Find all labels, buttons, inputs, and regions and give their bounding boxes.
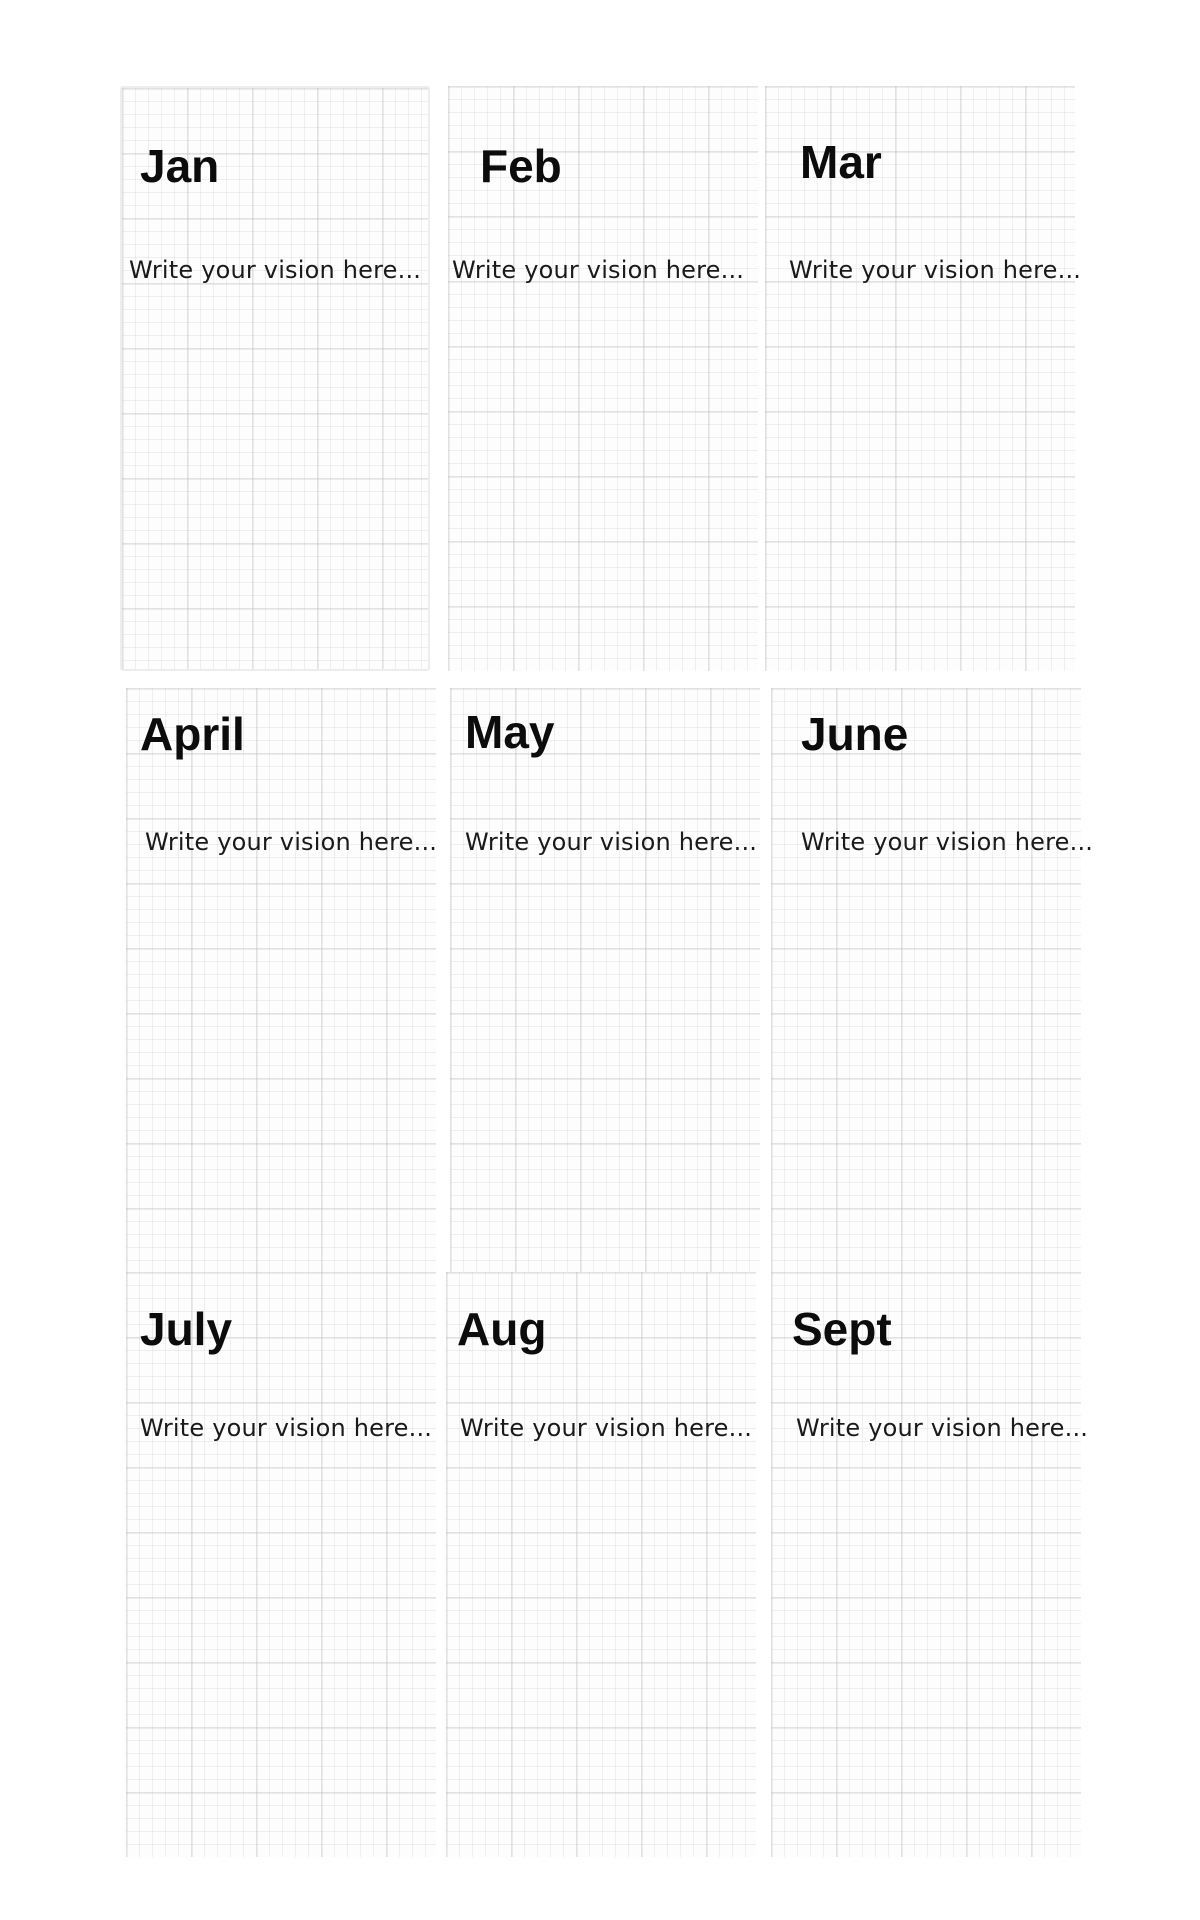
- month-panel-may: [450, 688, 760, 1273]
- month-title-may: May: [465, 706, 555, 758]
- vision-placeholder-mar[interactable]: Write your vision here...: [789, 258, 1081, 282]
- month-panel-sept: [771, 1272, 1081, 1857]
- month-title-april: April: [140, 708, 245, 760]
- month-panel-july: [126, 1272, 436, 1857]
- vision-placeholder-jan[interactable]: Write your vision here...: [129, 258, 421, 282]
- vision-placeholder-june[interactable]: Write your vision here...: [801, 830, 1093, 854]
- vision-placeholder-sept[interactable]: Write your vision here...: [796, 1416, 1088, 1440]
- month-title-mar: Mar: [800, 136, 882, 188]
- vision-placeholder-aug[interactable]: Write your vision here...: [460, 1416, 752, 1440]
- month-panel-april: [126, 688, 436, 1273]
- month-title-jan: Jan: [140, 140, 220, 192]
- vision-placeholder-april[interactable]: Write your vision here...: [145, 830, 437, 854]
- vision-board-page: Jan Feb Mar Write your vision here... Wr…: [0, 0, 1200, 1920]
- month-title-june: June: [801, 708, 909, 760]
- month-title-aug: Aug: [457, 1303, 547, 1355]
- month-panel-aug: [446, 1272, 756, 1857]
- vision-placeholder-may[interactable]: Write your vision here...: [465, 830, 757, 854]
- month-title-feb: Feb: [480, 140, 562, 192]
- month-title-sept: Sept: [792, 1303, 892, 1355]
- month-title-july: July: [140, 1303, 233, 1355]
- vision-placeholder-july[interactable]: Write your vision here...: [140, 1416, 432, 1440]
- month-panel-june: [771, 688, 1081, 1273]
- vision-placeholder-feb[interactable]: Write your vision here...: [452, 258, 744, 282]
